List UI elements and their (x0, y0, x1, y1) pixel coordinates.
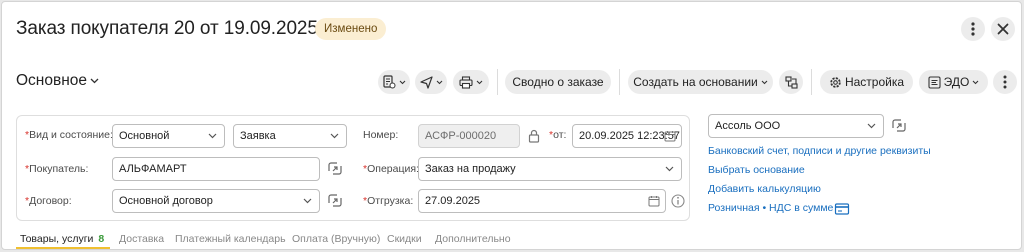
tab-additional[interactable]: Дополнительно (435, 233, 511, 245)
chevron-down-icon (972, 80, 979, 84)
calendar-icon[interactable] (648, 195, 660, 207)
tab-payment-calendar[interactable]: Платежный календарь (175, 233, 286, 245)
operation-select[interactable]: Заказ на продажу (418, 157, 682, 181)
kebab-icon (971, 22, 975, 36)
main-form-panel: *Вид и состояние: Основной Заявка Номер:… (16, 115, 690, 221)
date-label: *от: (549, 129, 567, 141)
printer-icon (459, 75, 473, 89)
open-link-icon[interactable] (327, 193, 343, 209)
send-menu-button[interactable] (415, 70, 447, 94)
order-summary-button[interactable]: Сводно о заказе (505, 70, 611, 94)
chevron-down-icon (330, 133, 339, 139)
edo-label: ЭДО (943, 75, 970, 89)
send-icon (419, 75, 433, 89)
chevron-down-icon (90, 78, 99, 84)
select-basis-link[interactable]: Выбрать основание (708, 164, 805, 176)
chevron-down-icon (665, 166, 674, 172)
shipment-date-field[interactable]: 27.09.2025 (418, 189, 666, 213)
close-icon (997, 23, 1009, 35)
chevron-down-icon (867, 123, 876, 129)
gear-icon (830, 76, 841, 88)
edo-icon (928, 75, 941, 89)
close-button[interactable] (991, 17, 1015, 41)
price-vat-link[interactable]: Розничная • НДС в сумме (708, 202, 833, 214)
organization-select[interactable]: Ассоль ООО (708, 114, 884, 138)
edo-menu-button[interactable]: ЭДО (919, 70, 988, 94)
document-icon (382, 75, 395, 89)
status-badge: Изменено (315, 18, 387, 40)
toolbar-divider (619, 69, 620, 95)
operation-label: *Операция: (363, 163, 419, 175)
chevron-down-icon (761, 80, 768, 84)
number-field: АСФР-000020 (418, 124, 520, 148)
create-based-on-button[interactable]: Создать на основании (628, 70, 773, 94)
settings-label: Настройка (844, 75, 905, 89)
contract-select[interactable]: Основной договор (112, 189, 320, 213)
tab-goods-services[interactable]: Товары, услуги 8 (20, 233, 104, 245)
document-window: Заказ покупателя 20 от 19.09.2025 Измене… (1, 1, 1022, 250)
chevron-down-icon (208, 133, 217, 139)
settings-button[interactable]: Настройка (820, 70, 913, 94)
hierarchy-icon (784, 75, 798, 89)
tab-payment-manual[interactable]: Оплата (Вручную) (292, 233, 380, 245)
more-actions-button[interactable] (993, 70, 1017, 94)
print-menu-button[interactable] (453, 70, 489, 94)
toolbar-divider (811, 69, 812, 95)
more-menu-button[interactable] (961, 17, 985, 41)
section-label: Основное (16, 72, 88, 89)
page-title: Заказ покупателя 20 от 19.09.2025 (16, 18, 318, 39)
kind-state-label: *Вид и состояние: (25, 129, 113, 141)
add-calculation-link[interactable]: Добавить калькуляцию (708, 183, 821, 195)
state-select[interactable]: Заявка (233, 124, 347, 148)
shipment-label: *Отгрузка: (363, 195, 414, 207)
create-based-on-label: Создать на основании (633, 75, 758, 89)
info-icon[interactable] (670, 193, 686, 209)
number-label: Номер: (363, 129, 399, 141)
section-selector[interactable]: Основное (16, 72, 99, 90)
tab-discounts[interactable]: Скидки (387, 233, 422, 245)
bank-details-link[interactable]: Банковский счет, подписи и другие реквиз… (708, 145, 931, 157)
documents-print-menu-button[interactable] (378, 70, 410, 94)
tab-count-badge: 8 (98, 233, 105, 245)
date-field[interactable]: 20.09.2025 12:23:57 (572, 124, 682, 148)
contract-label: *Договор: (25, 195, 72, 207)
lock-icon[interactable] (526, 128, 542, 144)
buyer-label: *Покупатель: (25, 163, 89, 175)
open-link-icon[interactable] (327, 161, 343, 177)
kind-select[interactable]: Основной (112, 124, 225, 148)
card-icon[interactable] (834, 201, 850, 217)
chevron-down-icon (436, 80, 442, 84)
toolbar-divider (497, 69, 498, 95)
chevron-down-icon (303, 198, 312, 204)
active-tab-indicator (16, 247, 110, 249)
open-link-icon[interactable] (891, 118, 907, 134)
calendar-icon[interactable] (664, 130, 676, 142)
chevron-down-icon (399, 80, 405, 84)
chevron-down-icon (476, 80, 483, 84)
kebab-icon (1003, 75, 1007, 89)
tab-delivery[interactable]: Доставка (119, 233, 164, 245)
structure-button[interactable] (779, 70, 803, 94)
buyer-field[interactable]: АЛЬФАМАРТ (112, 157, 320, 181)
